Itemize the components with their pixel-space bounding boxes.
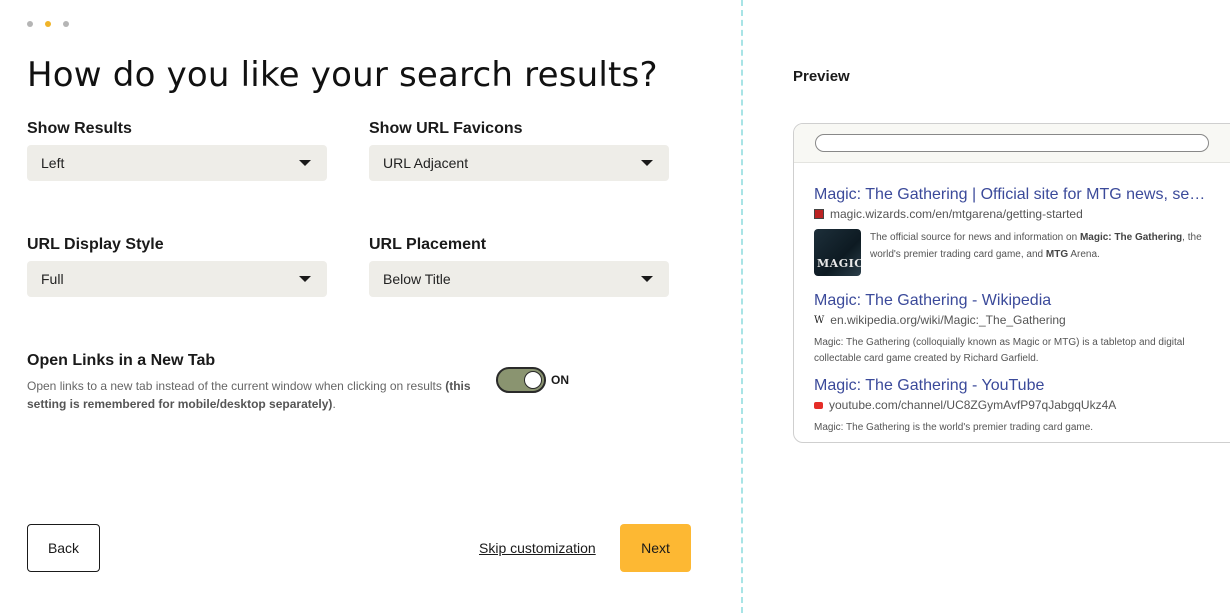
wikipedia-favicon-icon: W — [814, 314, 825, 326]
result-url: en.wikipedia.org/wiki/Magic:_The_Gatheri… — [830, 313, 1066, 327]
preview-panel: Magic: The Gathering | Official site for… — [793, 123, 1230, 443]
caret-down-icon — [299, 276, 311, 282]
caret-down-icon — [641, 160, 653, 166]
preview-label: Preview — [793, 68, 850, 85]
snippet-part: The official source for news and informa… — [870, 232, 1080, 243]
preview-result: Magic: The Gathering | Official site for… — [814, 186, 1214, 276]
result-url-row: magic.wizards.com/en/mtgarena/getting-st… — [814, 207, 1214, 221]
result-url-row: W en.wikipedia.org/wiki/Magic:_The_Gathe… — [814, 313, 1214, 327]
progress-dots — [27, 21, 69, 27]
next-button[interactable]: Next — [620, 524, 691, 572]
new-tab-toggle-state: ON — [551, 373, 569, 387]
youtube-favicon-icon — [814, 401, 823, 409]
show-url-favicons-label: Show URL Favicons — [369, 120, 523, 137]
snippet-highlight: Magic: The Gathering — [1079, 232, 1183, 243]
result-url: magic.wizards.com/en/mtgarena/getting-st… — [830, 207, 1083, 221]
new-tab-description-text: Open links to a new tab instead of the c… — [27, 379, 442, 393]
skip-customization-link[interactable]: Skip customization — [479, 540, 596, 556]
url-placement-select[interactable]: Below Title — [369, 261, 669, 297]
preview-header — [794, 124, 1230, 163]
preview-result: Magic: The Gathering - YouTube youtube.c… — [814, 377, 1214, 436]
url-display-style-value: Full — [41, 271, 64, 287]
snippet-highlight: MTG — [1045, 249, 1069, 260]
result-body: MAGIC The official source for news and i… — [814, 229, 1214, 276]
caret-down-icon — [299, 160, 311, 166]
show-results-label: Show Results — [27, 120, 132, 137]
toggle-knob — [524, 371, 542, 389]
progress-dot-active — [45, 21, 51, 27]
result-thumbnail: MAGIC — [814, 229, 861, 276]
result-title[interactable]: Magic: The Gathering - YouTube — [814, 377, 1209, 395]
preview-result: Magic: The Gathering - Wikipedia W en.wi… — [814, 292, 1214, 367]
new-tab-description-end: . — [332, 397, 336, 411]
result-url-row: youtube.com/channel/UC8ZGymAvfP97qJabgqU… — [814, 398, 1214, 412]
new-tab-description: Open links to a new tab instead of the c… — [27, 377, 487, 413]
show-url-favicons-value: URL Adjacent — [383, 155, 469, 171]
url-display-style-select[interactable]: Full — [27, 261, 327, 297]
caret-down-icon — [641, 276, 653, 282]
back-button[interactable]: Back — [27, 524, 100, 572]
snippet-part: Arena. — [1068, 249, 1100, 260]
show-url-favicons-select[interactable]: URL Adjacent — [369, 145, 669, 181]
page-title: How do you like your search results? — [27, 55, 658, 95]
thumbnail-logo-text: MAGIC — [817, 257, 861, 270]
progress-dot — [27, 21, 33, 27]
result-url: youtube.com/channel/UC8ZGymAvfP97qJabgqU… — [829, 398, 1117, 412]
result-title[interactable]: Magic: The Gathering | Official site for… — [814, 186, 1209, 204]
result-snippet: Magic: The Gathering (colloquially known… — [814, 337, 1185, 364]
new-tab-title: Open Links in a New Tab — [27, 352, 216, 369]
mtg-favicon-icon — [814, 209, 824, 219]
progress-dot — [63, 21, 69, 27]
url-display-style-label: URL Display Style — [27, 236, 164, 253]
show-results-value: Left — [41, 155, 65, 171]
preview-search-bar — [815, 134, 1209, 152]
panel-divider — [741, 0, 743, 613]
show-results-select[interactable]: Left — [27, 145, 327, 181]
result-title[interactable]: Magic: The Gathering - Wikipedia — [814, 292, 1209, 310]
result-snippet: The official source for news and informa… — [870, 229, 1214, 276]
url-placement-value: Below Title — [383, 271, 451, 287]
new-tab-toggle[interactable] — [496, 367, 546, 393]
url-placement-label: URL Placement — [369, 236, 487, 253]
result-snippet: Magic: The Gathering is the world's prem… — [814, 422, 1094, 433]
